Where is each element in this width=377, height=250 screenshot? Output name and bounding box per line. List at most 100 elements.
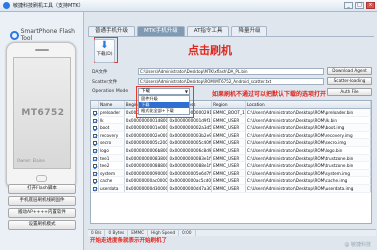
row-end-address: 0x0000000002a3d5ff xyxy=(169,124,213,131)
row-region: EMMC_USER xyxy=(212,162,246,169)
download-button[interactable]: ⬇ 下载(D) xyxy=(94,39,115,63)
tab-bar: 普通手机升级 MTK手机升级 AT指令工具 降量升级 xyxy=(88,26,268,36)
annotation-mode-hint: 如果刷机不通过可以把默认下载的选项打开 xyxy=(212,91,327,98)
download-agent-button[interactable]: Download Agent xyxy=(327,67,372,75)
table-row[interactable]: userdata0x00000000d30000000x00000000d47a… xyxy=(91,184,371,193)
row-region: EMMC_USER xyxy=(212,116,246,124)
row-checkbox[interactable] xyxy=(91,109,99,116)
set-flash-mode-button[interactable]: 设置刷机模式 xyxy=(8,220,76,230)
table-row[interactable]: boot0x0000000001e000000x0000000002a3d5ff… xyxy=(91,124,371,132)
row-location: C:\Users\Administrator\Desktop\ROM\logo.… xyxy=(246,146,371,154)
row-name: boot xyxy=(99,124,125,131)
phone-model: MT6752 xyxy=(21,108,65,118)
row-name: cache xyxy=(99,177,125,184)
row-begin-address: 0x00000000ac000000 xyxy=(125,177,169,184)
tab-at-command[interactable]: AT指令工具 xyxy=(186,26,230,36)
operation-mode-label: Operation Mode xyxy=(92,89,129,94)
row-begin-address: 0x0000000009000000 xyxy=(125,169,169,177)
auth-file-button[interactable]: Auth File xyxy=(327,88,372,96)
row-checkbox[interactable] xyxy=(91,162,99,169)
row-end-address: 0x0000000006c8d9ff xyxy=(169,146,213,154)
flash-firmware-button[interactable]: 手机底层刷机线刷固件 xyxy=(8,196,76,206)
close-button[interactable]: × xyxy=(366,2,375,9)
scatter-loading-button[interactable]: Scatter-loading xyxy=(327,77,372,85)
table-row[interactable]: tee20x00000000088800000x00000000088e1fff… xyxy=(91,162,371,170)
row-checkbox[interactable] xyxy=(91,116,99,124)
checkbox-icon[interactable] xyxy=(92,141,97,146)
row-end-address: 0x00000000ac5cd0ff xyxy=(169,177,213,184)
tab-divider xyxy=(88,36,374,37)
table-row[interactable]: system0x00000000090000000x000000005e6d7f… xyxy=(91,169,371,178)
checkbox-icon[interactable] xyxy=(92,133,97,138)
annotation-bottom-hint: 开始走进度条就表示开始刷机了 xyxy=(90,238,168,244)
phone-preview: MT6752 Owner: Elaine xyxy=(6,42,76,190)
tab-normal-upgrade[interactable]: 普通手机升级 xyxy=(88,26,136,36)
table-row[interactable]: preloader0x00000000000000000x00000000000… xyxy=(91,109,371,117)
phone-screen: MT6752 Owner: Elaine xyxy=(13,57,71,169)
row-region: EMMC_USER xyxy=(212,184,246,192)
brand: SmartPhone Flash Tool xyxy=(10,28,83,42)
row-begin-address: 0x0000000008880000 xyxy=(125,162,169,169)
row-location: C:\Users\Administrator\Desktop\ROM\prelo… xyxy=(246,109,371,116)
row-name: lk xyxy=(99,116,125,124)
open-flash-script-button[interactable]: 打开Flash脚本 xyxy=(8,184,76,194)
row-checkbox[interactable] xyxy=(91,139,99,146)
header-location[interactable]: Location xyxy=(246,101,371,108)
row-location: C:\Users\Administrator\Desktop\ROM\lk.bi… xyxy=(246,116,371,124)
header-region[interactable]: Region xyxy=(212,101,246,108)
scatter-file-field[interactable]: C:\Users\Administrator\Desktop\ROM\MT675… xyxy=(138,78,324,85)
checkbox-icon[interactable] xyxy=(92,118,97,123)
row-region: EMMC_USER xyxy=(212,131,246,139)
checkbox-icon[interactable] xyxy=(92,156,97,161)
move-ap-software-button[interactable]: 搬动AP++++内置软件 xyxy=(8,208,76,218)
row-begin-address: 0x0000000005c20000 xyxy=(125,139,169,146)
table-body: preloader0x00000000000000000x00000000000… xyxy=(91,109,371,193)
row-begin-address: 0x00000000d3000000 xyxy=(125,184,169,192)
scatter-file-label: Scatter文件 xyxy=(92,80,118,85)
app-icon xyxy=(3,2,10,9)
table-row[interactable]: cache 0x00000000ac000000 0x00000000ac5cd0f… xyxy=(91,177,371,185)
row-name: recovery xyxy=(99,131,125,139)
checkbox-icon[interactable] xyxy=(92,171,97,176)
tab-quota-upgrade[interactable]: 降量升级 xyxy=(231,26,268,36)
row-location: C:\Users\Administrator\Desktop\ROM\secro… xyxy=(246,139,371,146)
phone-speaker xyxy=(35,49,49,51)
row-checkbox[interactable] xyxy=(91,177,99,184)
row-checkbox[interactable] xyxy=(91,131,99,139)
row-location: C:\Users\Administrator\Desktop\ROM\trust… xyxy=(246,154,371,162)
checkbox-icon[interactable] xyxy=(92,126,97,131)
title-bar: 敏捷科技刷机工具（支持MTK） _ □ × xyxy=(0,0,377,12)
checkbox-icon[interactable] xyxy=(92,179,97,184)
table-row[interactable]: recovery0x0000000002e000000x0000000003b2… xyxy=(91,131,371,140)
da-file-field[interactable]: C:\Users\Administrator\Desktop\MTK\xflas… xyxy=(138,68,324,75)
maximize-button[interactable]: □ xyxy=(355,2,364,9)
table-row[interactable]: lk0x0000000001d800000x0000000001d9f1fbEM… xyxy=(91,116,371,125)
row-checkbox[interactable] xyxy=(91,154,99,162)
row-checkbox[interactable] xyxy=(91,124,99,131)
row-end-address: 0x00000000d47a30ff xyxy=(169,184,213,192)
tab-mtk-upgrade[interactable]: MTK手机升级 xyxy=(137,26,185,36)
row-begin-address: 0x0000000008380000 xyxy=(125,154,169,162)
row-checkbox[interactable] xyxy=(91,184,99,192)
checkbox-icon[interactable] xyxy=(92,186,97,191)
download-arrow-icon: ⬇ xyxy=(100,40,109,51)
row-begin-address: 0x0000000006b80000 xyxy=(125,146,169,154)
dropdown-highlight-box xyxy=(136,86,194,118)
row-checkbox[interactable] xyxy=(91,169,99,177)
row-location: C:\Users\Administrator\Desktop\ROM\syste… xyxy=(246,169,371,177)
phone-owner: Owner: Elaine xyxy=(17,158,45,163)
row-name: tee2 xyxy=(99,162,125,169)
checkbox-icon[interactable] xyxy=(92,164,97,169)
table-row[interactable]: secro 0x0000000005c20000 0x0000000005c40ff… xyxy=(91,139,371,147)
minimize-button[interactable]: _ xyxy=(344,2,353,9)
window-title: 敏捷科技刷机工具（支持MTK） xyxy=(13,3,84,9)
row-region: EMMC_USER xyxy=(212,177,246,184)
table-row[interactable]: logo0x0000000006b800000x0000000006c8d9ff… xyxy=(91,146,371,155)
checkbox-icon[interactable] xyxy=(92,111,97,115)
checkbox-icon[interactable] xyxy=(92,148,97,153)
row-end-address: 0x00000000088e1fff xyxy=(169,162,213,169)
row-checkbox[interactable] xyxy=(91,146,99,154)
header-name[interactable]: Name xyxy=(99,101,125,108)
table-row[interactable]: tee10x00000000083800000x00000000083e1fff… xyxy=(91,154,371,163)
da-file-label: DA文件 xyxy=(92,70,108,75)
